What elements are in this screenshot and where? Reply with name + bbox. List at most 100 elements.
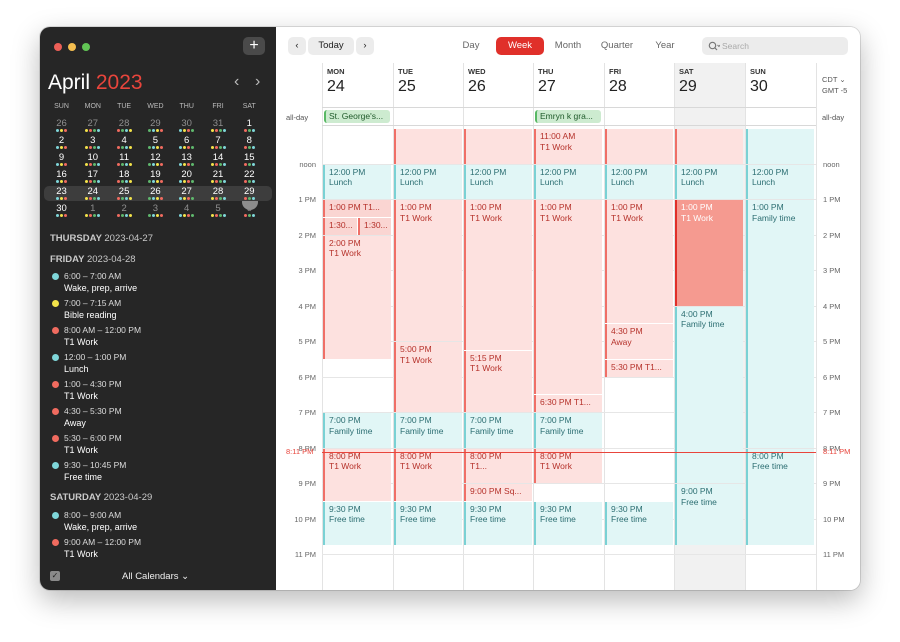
- agenda-event[interactable]: 6:00 – 7:00 AM Wake, prep, arrive: [50, 271, 270, 297]
- agenda-event[interactable]: 1:00 – 4:30 PM T1 Work: [50, 379, 270, 405]
- mini-calendar-day[interactable]: 4: [171, 203, 202, 217]
- calendar-event[interactable]: 6:30 PM T1...: [534, 395, 602, 412]
- calendar-event[interactable]: 4:30 PM Away: [605, 324, 673, 359]
- calendar-event[interactable]: 12:00 PM Lunch: [323, 164, 391, 199]
- calendar-event[interactable]: 12:00 PM Lunch: [605, 164, 673, 199]
- agenda-event[interactable]: 8:00 AM – 12:00 PM T1 Work: [50, 325, 270, 351]
- calendar-event[interactable]: 12:00 PM Lunch: [534, 164, 602, 199]
- zoom-window-button[interactable]: [82, 43, 90, 51]
- calendar-event[interactable]: 7:00 PM Family time: [323, 413, 391, 448]
- calendar-event[interactable]: 8:00 PM T1 Work: [394, 448, 462, 501]
- day-column-header[interactable]: FRI 28: [609, 67, 627, 96]
- agenda-event[interactable]: 9:30 – 10:45 PM Free time: [50, 460, 270, 486]
- mini-calendar-day[interactable]: 3: [140, 203, 171, 217]
- agenda-event[interactable]: 12:00 – 1:00 PM Lunch: [50, 352, 270, 378]
- mini-calendar-day[interactable]: 14: [203, 152, 234, 166]
- calendar-event[interactable]: [394, 129, 462, 164]
- calendar-event[interactable]: 1:00 PM T1 Work: [464, 200, 532, 350]
- view-quarter-tab[interactable]: Quarter: [596, 37, 638, 55]
- calendar-event[interactable]: [464, 129, 532, 164]
- calendar-event[interactable]: 9:30 PM Free time: [464, 501, 532, 546]
- day-column-header[interactable]: SUN 30: [750, 67, 768, 96]
- add-event-button[interactable]: +: [243, 37, 265, 55]
- today-button[interactable]: Today: [308, 37, 354, 55]
- calendar-event[interactable]: [675, 129, 743, 164]
- view-week-tab[interactable]: Week: [496, 37, 544, 55]
- calendar-event[interactable]: 8:00 PM T1 Work: [323, 448, 391, 501]
- calendar-event[interactable]: 9:30 PM Free time: [394, 501, 462, 546]
- calendar-event[interactable]: [605, 129, 673, 164]
- mini-calendar-day[interactable]: 4: [109, 135, 140, 149]
- show-declined-checkbox[interactable]: ✓: [50, 571, 60, 581]
- mini-calendar-day[interactable]: 30: [46, 203, 77, 217]
- calendar-event[interactable]: 4:00 PM Family time: [675, 306, 743, 483]
- day-column-header[interactable]: SAT 29: [679, 67, 697, 96]
- mini-calendar-day[interactable]: 30: [171, 118, 202, 132]
- mini-calendar-day[interactable]: 7: [203, 135, 234, 149]
- mini-calendar-day[interactable]: 13: [171, 152, 202, 166]
- calendar-event[interactable]: 9:00 PM Free time: [675, 484, 743, 546]
- mini-calendar-day[interactable]: 29: [234, 186, 265, 200]
- chevron-right-icon[interactable]: ›: [255, 73, 260, 91]
- mini-calendar-day[interactable]: 31: [203, 118, 234, 132]
- mini-calendar-day[interactable]: 2: [109, 203, 140, 217]
- calendar-event[interactable]: 1:00 PM Family time: [746, 200, 814, 448]
- mini-calendar-day[interactable]: 17: [77, 169, 108, 183]
- search-field[interactable]: Search: [702, 37, 848, 55]
- mini-calendar-day[interactable]: 20: [171, 169, 202, 183]
- agenda-event[interactable]: 8:00 – 9:00 AM Wake, prep, arrive: [50, 510, 270, 536]
- mini-calendar-day[interactable]: 11: [109, 152, 140, 166]
- day-column-header[interactable]: MON 24: [327, 67, 345, 96]
- previous-week-button[interactable]: ‹: [288, 37, 306, 55]
- mini-calendar-day[interactable]: 12: [140, 152, 171, 166]
- calendar-event[interactable]: [746, 129, 814, 164]
- mini-calendar-day[interactable]: 27: [171, 186, 202, 200]
- next-week-button[interactable]: ›: [356, 37, 374, 55]
- calendar-event[interactable]: 12:00 PM Lunch: [746, 164, 814, 199]
- calendar-event[interactable]: 1:00 PM T1...: [323, 200, 391, 217]
- calendar-event[interactable]: 8:00 PM T1 Work: [534, 448, 602, 483]
- calendar-event[interactable]: 1:30...: [358, 217, 391, 235]
- calendar-event[interactable]: 1:30...: [323, 217, 357, 235]
- mini-calendar-day[interactable]: 5: [140, 135, 171, 149]
- calendar-event[interactable]: 8:00 PM Free time: [746, 448, 814, 546]
- calendar-event[interactable]: 9:30 PM Free time: [534, 501, 602, 546]
- mini-calendar-day[interactable]: 2: [46, 135, 77, 149]
- mini-calendar-day[interactable]: 6: [234, 203, 265, 217]
- mini-calendar-day[interactable]: 24: [77, 186, 108, 200]
- mini-calendar-day[interactable]: 27: [77, 118, 108, 132]
- calendar-event[interactable]: 12:00 PM Lunch: [464, 164, 532, 199]
- calendar-event[interactable]: 7:00 PM Family time: [464, 413, 532, 448]
- mini-calendar-day[interactable]: 21: [203, 169, 234, 183]
- all-calendars-button[interactable]: All Calendars ⌄: [122, 571, 189, 582]
- calendar-event[interactable]: 9:00 PM Sq...: [464, 484, 532, 501]
- mini-calendar-day[interactable]: 25: [109, 186, 140, 200]
- calendar-event[interactable]: 1:00 PM T1 Work: [675, 200, 743, 306]
- mini-calendar-day[interactable]: 23: [46, 186, 77, 200]
- mini-calendar-day[interactable]: 28: [203, 186, 234, 200]
- calendar-event[interactable]: 12:00 PM Lunch: [394, 164, 462, 199]
- calendar-event[interactable]: 1:00 PM T1 Work: [605, 200, 673, 324]
- mini-calendar-day[interactable]: 1: [77, 203, 108, 217]
- calendar-event[interactable]: 1:00 PM T1 Work: [394, 200, 462, 341]
- calendar-event[interactable]: 8:00 PM T1...: [464, 448, 532, 483]
- calendar-event[interactable]: 7:00 PM Family time: [534, 413, 602, 448]
- view-month-tab[interactable]: Month: [550, 37, 586, 55]
- mini-calendar-day[interactable]: 15: [234, 152, 265, 166]
- calendar-event[interactable]: 5:00 PM T1 Work: [394, 342, 462, 412]
- calendar-event[interactable]: 5:30 PM T1...: [605, 359, 673, 377]
- mini-calendar-day[interactable]: 10: [77, 152, 108, 166]
- mini-calendar-day[interactable]: 9: [46, 152, 77, 166]
- calendar-event[interactable]: 1:00 PM T1 Work: [534, 200, 602, 395]
- calendar-event[interactable]: 9:30 PM Free time: [605, 501, 673, 546]
- mini-calendar-day[interactable]: 1: [234, 118, 265, 132]
- day-column-header[interactable]: TUE 25: [398, 67, 416, 96]
- mini-calendar-day[interactable]: 3: [77, 135, 108, 149]
- mini-calendar-day[interactable]: 16: [46, 169, 77, 183]
- mini-calendar-day[interactable]: 26: [46, 118, 77, 132]
- mini-calendar-day[interactable]: 28: [109, 118, 140, 132]
- minimize-window-button[interactable]: [68, 43, 76, 51]
- mini-calendar-day[interactable]: 18: [109, 169, 140, 183]
- agenda-event[interactable]: 7:00 – 7:15 AM Bible reading: [50, 298, 270, 324]
- mini-calendar-day[interactable]: 26: [140, 186, 171, 200]
